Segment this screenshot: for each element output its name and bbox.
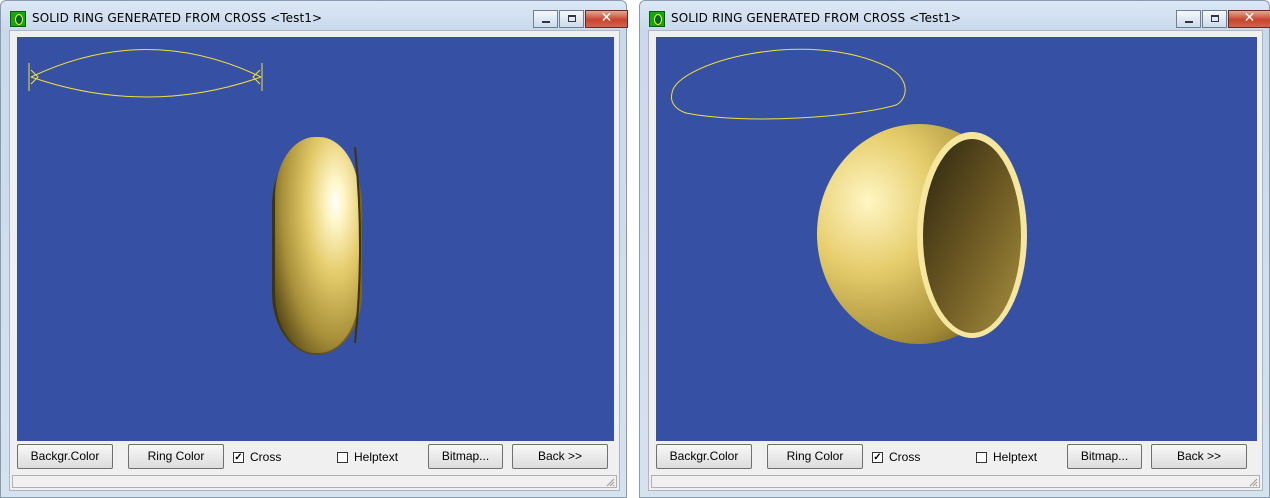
checkbox-checked-icon[interactable]: ✓: [233, 451, 244, 463]
ring-window-side-view: SOLID RING GENERATED FROM CROSS <Test1> …: [0, 0, 628, 498]
bitmap-button[interactable]: Bitmap...: [428, 444, 503, 469]
background-color-button[interactable]: Backgr.Color: [656, 444, 752, 469]
background-color-button[interactable]: Backgr.Color: [17, 444, 113, 469]
minimize-icon: [542, 21, 550, 23]
status-bar: [651, 475, 1260, 488]
resize-grip-icon[interactable]: [605, 477, 615, 487]
cross-checkbox-label: Cross: [250, 450, 282, 464]
client-area: Backgr.Color Ring Color ✓ Cross Helptext…: [9, 30, 620, 491]
close-button[interactable]: ✕: [585, 10, 628, 28]
back-button[interactable]: Back >>: [512, 444, 608, 469]
render-viewport[interactable]: [17, 37, 614, 441]
toolbar: Backgr.Color Ring Color ✓ Cross Helptext…: [10, 444, 619, 470]
ring-window-perspective-view: SOLID RING GENERATED FROM CROSS <Test1> …: [639, 0, 1270, 498]
toolbar: Backgr.Color Ring Color ✓ Cross Helptext…: [649, 444, 1262, 470]
helptext-checkbox[interactable]: Helptext: [976, 450, 1037, 464]
bitmap-button[interactable]: Bitmap...: [1067, 444, 1142, 469]
helptext-checkbox-label: Helptext: [993, 450, 1038, 464]
maximize-icon: [568, 15, 576, 22]
ring-model: [817, 124, 1027, 344]
resize-grip-icon[interactable]: [1248, 477, 1258, 487]
checkbox-checked-icon[interactable]: ✓: [872, 451, 883, 463]
checkbox-unchecked-icon[interactable]: [337, 451, 348, 463]
maximize-icon: [1211, 15, 1219, 22]
cross-section-outline: [671, 48, 906, 120]
ring-model: [272, 137, 362, 355]
close-button[interactable]: ✕: [1228, 10, 1270, 28]
title-bar[interactable]: SOLID RING GENERATED FROM CROSS <Test1> …: [1, 1, 628, 31]
window-title: SOLID RING GENERATED FROM CROSS <Test1>: [32, 11, 323, 25]
ring-color-button[interactable]: Ring Color: [767, 444, 863, 469]
status-bar: [12, 475, 617, 488]
helptext-checkbox-label: Helptext: [354, 450, 399, 464]
app-icon[interactable]: [10, 11, 26, 27]
ring-color-button[interactable]: Ring Color: [128, 444, 224, 469]
maximize-button[interactable]: [1202, 10, 1227, 28]
cross-checkbox[interactable]: ✓ Cross: [872, 450, 920, 464]
ring-scene: [671, 48, 1027, 344]
cross-checkbox[interactable]: ✓ Cross: [233, 450, 281, 464]
minimize-button[interactable]: [1176, 10, 1201, 28]
title-bar[interactable]: SOLID RING GENERATED FROM CROSS <Test1> …: [640, 1, 1270, 31]
cross-checkbox-label: Cross: [889, 450, 921, 464]
minimize-button[interactable]: [533, 10, 558, 28]
ring-scene: [28, 49, 362, 355]
helptext-checkbox[interactable]: Helptext: [337, 450, 398, 464]
client-area: Backgr.Color Ring Color ✓ Cross Helptext…: [648, 30, 1263, 491]
app-icon[interactable]: [649, 11, 665, 27]
render-viewport[interactable]: [656, 37, 1257, 441]
window-title: SOLID RING GENERATED FROM CROSS <Test1>: [671, 11, 962, 25]
checkbox-unchecked-icon[interactable]: [976, 451, 987, 463]
maximize-button[interactable]: [559, 10, 584, 28]
minimize-icon: [1185, 21, 1193, 23]
back-button[interactable]: Back >>: [1151, 444, 1247, 469]
close-icon: ✕: [600, 10, 613, 26]
close-icon: ✕: [1243, 10, 1256, 26]
cross-section-outline: [28, 49, 263, 98]
